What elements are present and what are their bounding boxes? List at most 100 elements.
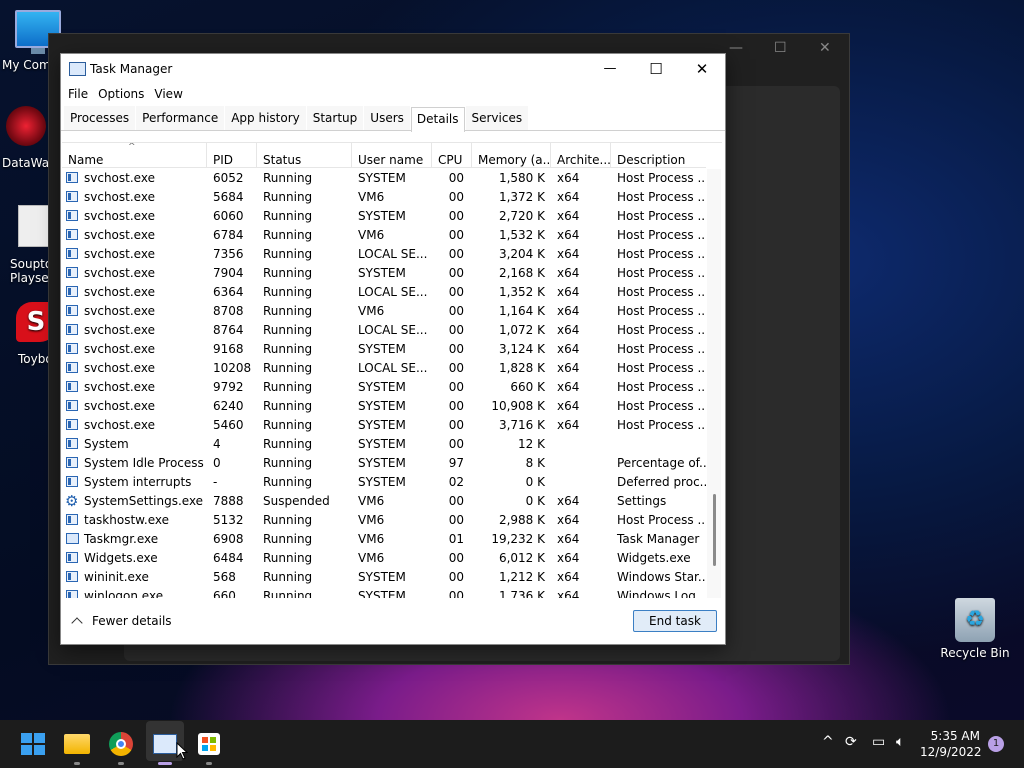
store-icon[interactable] [193,728,225,760]
cell-name: svchost.exe [62,397,207,416]
cell-pid: 6908 [213,532,244,546]
document-icon [18,205,52,247]
tab-startup[interactable]: Startup [306,106,364,130]
cell-status: Running [263,399,313,413]
cell-user: VM6 [358,513,385,527]
table-row[interactable]: System 4 Running SYSTEM 00 12 K [62,435,706,454]
process-icon [66,343,78,354]
process-icon [66,476,78,487]
column-header-status[interactable]: Status [257,143,352,167]
process-icon [66,191,78,202]
chevron-up-icon[interactable]: ^ [822,734,834,750]
cell-description: Percentage of... [617,456,706,470]
table-row[interactable]: svchost.exe 6240 Running SYSTEM 00 10,908 K x6… [62,397,706,416]
maximize-button[interactable]: ☐ [633,54,679,84]
table-row[interactable]: ⚙ SystemSettings.exe 7888 Suspended VM6 00 0 K… [62,492,706,511]
table-row[interactable]: svchost.exe 10208 Running LOCAL SE... 00 1,82… [62,359,706,378]
close-button[interactable]: ✕ [679,54,725,84]
table-row[interactable]: svchost.exe 7356 Running LOCAL SE... 00 3,204… [62,245,706,264]
table-row[interactable]: svchost.exe 6784 Running VM6 00 1,532 K x64 Hos… [62,226,706,245]
menu-file[interactable]: File [63,84,93,104]
tab-performance[interactable]: Performance [136,106,225,130]
update-icon[interactable]: ⟳ [845,734,857,750]
tab-users[interactable]: Users [364,106,410,130]
table-row[interactable]: svchost.exe 6052 Running SYSTEM 00 1,580 K x64… [62,169,706,188]
table-row[interactable]: taskhostw.exe 5132 Running VM6 00 2,988 K x64 H… [62,511,706,530]
cell-cpu: 00 [448,190,464,204]
clock-date: 12/9/2022 [920,745,982,759]
cell-description: Host Process ... [617,285,706,299]
column-header-cpu[interactable]: CPU [432,143,472,167]
maximize-icon[interactable]: ☐ [774,40,787,56]
table-row[interactable]: Widgets.exe 6484 Running VM6 00 6,012 K x64 Wid… [62,549,706,568]
tab-details[interactable]: Details [410,107,465,132]
desktop-icon-recycle-bin[interactable]: ♻ Recycle Bin [940,598,1010,660]
title-bar[interactable]: Task Manager — ☐ ✕ [61,54,725,84]
start-icon[interactable] [16,728,48,760]
chrome-icon[interactable] [105,728,137,760]
cell-cpu: 00 [448,589,464,598]
volume-icon[interactable]: 🔈︎ [896,734,904,750]
network-icon[interactable]: ▭ [872,734,885,750]
desktop-icon-soupto[interactable]: Soupto Playse [4,205,52,285]
table-row[interactable]: svchost.exe 5460 Running SYSTEM 00 3,716 K x64… [62,416,706,435]
menu-view[interactable]: View [149,84,187,104]
table-row[interactable]: wininit.exe 568 Running SYSTEM 00 1,212 K x64 W… [62,568,706,587]
cell-pid: 7356 [213,247,244,261]
table-row[interactable]: Taskmgr.exe 6908 Running VM6 01 19,232 K x64 Ta… [62,530,706,549]
task-manager-window[interactable]: Task Manager — ☐ ✕ File Options View Pro… [60,53,726,645]
table-row[interactable]: svchost.exe 6364 Running LOCAL SE... 00 1,352… [62,283,706,302]
cell-name: svchost.exe [62,169,207,188]
minimize-button[interactable]: — [587,54,633,84]
desktop-icon-datawag[interactable]: DataWag [0,106,57,170]
cell-user: SYSTEM [358,380,406,394]
column-header-memory[interactable]: Memory (a... [472,143,551,167]
cell-description: Host Process ... [617,342,706,356]
minimize-icon[interactable]: — [729,40,743,56]
cell-user: VM6 [358,228,385,242]
notification-badge[interactable]: 1 [988,736,1004,752]
cell-memory: 1,532 K [498,228,545,242]
column-header-description[interactable]: Description [611,143,706,167]
table-row[interactable]: svchost.exe 9168 Running SYSTEM 00 3,124 K x64… [62,340,706,359]
process-icon [66,590,78,598]
tab-app-history[interactable]: App history [225,106,306,130]
table-row[interactable]: svchost.exe 6060 Running SYSTEM 00 2,720 K x64… [62,207,706,226]
table-row[interactable]: svchost.exe 5684 Running VM6 00 1,372 K x64 Hos… [62,188,706,207]
cell-pid: 6052 [213,171,244,185]
table-row[interactable]: svchost.exe 9792 Running SYSTEM 00 660 K x64 Ho… [62,378,706,397]
cell-name: taskhostw.exe [62,511,207,530]
cell-memory: 2,720 K [498,209,545,223]
desktop-icon-toybox[interactable]: S Toybo [6,302,56,366]
vertical-scrollbar[interactable] [707,169,721,598]
cell-status: Running [263,228,313,242]
table-row[interactable]: svchost.exe 8708 Running VM6 00 1,164 K x64 Hos… [62,302,706,321]
table-row[interactable]: System Idle Process 0 Running SYSTEM 97 8 K Pe… [62,454,706,473]
end-task-button[interactable]: End task [633,610,717,632]
clock[interactable]: 5:35 AM 12/9/2022 [920,728,982,760]
cell-status: Running [263,342,313,356]
cell-status: Running [263,551,313,565]
table-row[interactable]: svchost.exe 7904 Running SYSTEM 00 2,168 K x64… [62,264,706,283]
cell-description: Host Process ... [617,190,706,204]
table-row[interactable]: svchost.exe 8764 Running LOCAL SE... 00 1,072… [62,321,706,340]
process-icon [66,362,78,373]
datawag-icon [6,106,46,146]
clock-time: 5:35 AM [930,729,980,743]
cell-cpu: 00 [448,380,464,394]
close-icon[interactable]: ✕ [819,40,831,56]
fewer-details-link[interactable]: Fewer details [71,614,172,629]
tab-services[interactable]: Services [465,106,529,130]
menu-options[interactable]: Options [93,84,149,104]
file-explorer-icon[interactable] [61,728,93,760]
scrollbar-thumb[interactable] [713,494,716,566]
column-header-user-name[interactable]: User name [352,143,432,167]
table-row[interactable]: winlogon.exe 660 Running SYSTEM 00 1,736 K x64… [62,587,706,598]
taskbar: ^ ⟳ ▭ 🔈︎ 5:35 AM 12/9/2022 1 [0,720,1024,768]
cell-architecture: x64 [557,380,580,394]
tab-processes[interactable]: Processes [64,106,136,130]
table-row[interactable]: System interrupts - Running SYSTEM 02 0 K Defe… [62,473,706,492]
column-header-architecture[interactable]: Archite... [551,143,611,167]
column-header-pid[interactable]: PID [207,143,257,167]
column-header-name[interactable]: ^ Name [62,143,207,167]
